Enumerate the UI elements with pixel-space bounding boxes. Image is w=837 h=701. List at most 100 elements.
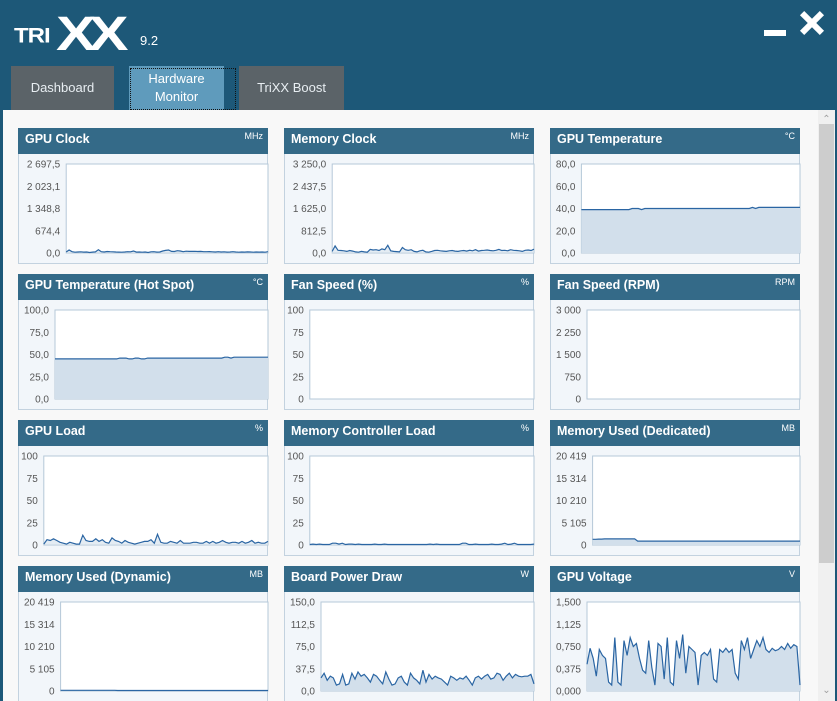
chart-plot: 2 697,5 2 023,1 1 348,8 674,4 0,0	[27, 160, 269, 260]
chart-unit: %	[254, 423, 263, 433]
y-tick-label: 100,0	[24, 306, 49, 317]
chart-header: Memory Clock MHz	[284, 128, 534, 154]
title-bar: TRI XX 9.2	[0, 0, 837, 110]
tab-hardware-monitor-extension	[224, 66, 238, 110]
y-tick-label: 112,5	[291, 620, 316, 631]
y-tick-label: 0	[575, 395, 581, 406]
chart-unit: W	[520, 569, 530, 579]
y-tick-label: 50	[293, 496, 305, 507]
y-tick-label: 0	[298, 395, 304, 406]
y-tick-label: 0	[32, 541, 38, 552]
chart-header: Fan Speed (%)%	[284, 274, 534, 300]
chart-panel: Board Power Draw W 150,0 112,5 75,0 37,5 0,0	[284, 566, 535, 701]
chart-unit: %	[520, 277, 529, 287]
y-tick-label: 0	[49, 687, 55, 698]
chart-panel: GPU Voltage V 1,500 1,125 0,750 0,375 0,000	[550, 566, 801, 701]
chart-panel: GPU Load% 100 75 50 25 0	[18, 420, 269, 556]
scroll-thumb[interactable]	[819, 124, 834, 563]
chart-unit: %	[520, 423, 529, 433]
y-tick-label: 25	[27, 518, 39, 529]
y-tick-label: 1 348,8	[27, 204, 61, 215]
plot-area	[586, 309, 801, 400]
chart-plot: 100 75 50 25 0	[287, 452, 535, 552]
chart-panel: GPU Temperature °C 80,0 60,0 40,0 20,0 0,0	[550, 128, 801, 264]
chart-plot: 3 250,0 2 437,5 1 625,0 812,5 0,0	[293, 160, 535, 260]
chart-unit: MHz	[244, 131, 264, 141]
scroll-down-icon[interactable]: ⌄	[818, 683, 835, 699]
chart-header: Fan Speed (RPM) RPM	[550, 274, 800, 300]
chart-title: Memory Used (Dynamic)	[25, 570, 171, 584]
y-tick-label: 2 023,1	[27, 182, 61, 193]
y-tick-label: 75,0	[30, 328, 50, 339]
y-tick-label: 812,5	[301, 226, 326, 237]
chart-header: GPU Voltage V	[550, 566, 800, 592]
y-tick-label: 150,0	[290, 598, 315, 609]
plot-area	[309, 309, 535, 400]
y-tick-label: 1,500	[556, 598, 581, 609]
y-tick-label: 0	[298, 541, 304, 552]
y-tick-label: 3 000	[556, 306, 581, 317]
close-icon[interactable]	[800, 11, 824, 35]
y-tick-label: 37,5	[296, 664, 316, 675]
minimize-icon[interactable]	[764, 30, 786, 36]
y-tick-label: 40,0	[556, 204, 576, 215]
y-tick-label: 20 419	[556, 452, 587, 463]
y-tick-label: 0,0	[312, 249, 326, 260]
chart-unit: °C	[784, 131, 795, 141]
chart-plot: 150,0 112,5 75,0 37,5 0,0	[290, 598, 535, 698]
chart-title: GPU Clock	[25, 132, 90, 146]
tab-label: TriXX Boost	[257, 80, 326, 95]
y-tick-label: 0,0	[35, 395, 49, 406]
chart-title: Board Power Draw	[291, 570, 403, 584]
y-tick-label: 10 210	[24, 642, 55, 653]
y-tick-label: 5 105	[562, 518, 587, 529]
series-area	[581, 207, 800, 253]
chart-plot: 80,0 60,0 40,0 20,0 0,0	[556, 160, 801, 260]
chart-plot: 100 75 50 25 0	[287, 306, 535, 406]
tab-dashboard[interactable]: Dashboard	[11, 66, 114, 110]
series-area	[55, 357, 268, 399]
vertical-scrollbar[interactable]: ⌃ ⌄	[818, 110, 835, 701]
chart-header: Memory Used (Dedicated) MB	[550, 420, 800, 446]
y-tick-label: 0,0	[46, 249, 60, 260]
y-tick-label: 0,375	[556, 664, 581, 675]
y-tick-label: 25,0	[30, 372, 50, 383]
chart-panel: Fan Speed (RPM) RPM 3 000 2 250 1 500 750 0	[550, 274, 801, 410]
tab-label: Hardware Monitor	[148, 71, 205, 104]
plot-area	[331, 163, 535, 254]
y-tick-label: 15 314	[556, 474, 587, 485]
chart-panel: Fan Speed (%)% 100 75 50 25 0	[284, 274, 535, 410]
chart-unit: MB	[781, 423, 796, 433]
chart-panel: GPU Clock MHz 2 697,5 2 023,1 1 348,8 674,4 0,…	[18, 128, 269, 264]
y-tick-label: 20,0	[556, 226, 576, 237]
chart-panel: GPU Temperature (Hot Spot) °C 100,0 75,0 50,…	[18, 274, 269, 410]
hardware-monitor-content: GPU Clock MHz 2 697,5 2 023,1 1 348,8 674,4 0,…	[3, 110, 818, 701]
chart-title: GPU Load	[25, 424, 86, 438]
plot-area	[43, 455, 269, 546]
y-tick-label: 2 437,5	[293, 182, 327, 193]
y-tick-label: 100	[287, 306, 304, 317]
y-tick-label: 80,0	[556, 160, 576, 171]
y-tick-label: 75	[293, 328, 305, 339]
y-tick-label: 25	[293, 372, 305, 383]
chart-header: Memory Used (Dynamic) MB	[18, 566, 268, 592]
tab-trixx-boost[interactable]: TriXX Boost	[239, 66, 344, 110]
chart-unit: MHz	[510, 131, 530, 141]
y-tick-label: 0,000	[556, 687, 581, 698]
chart-header: Board Power Draw W	[284, 566, 534, 592]
y-tick-label: 100	[21, 452, 38, 463]
tab-hardware-monitor[interactable]: Hardware Monitor	[129, 66, 224, 110]
y-tick-label: 15 314	[24, 620, 55, 631]
y-tick-label: 75,0	[296, 642, 316, 653]
chart-header: GPU Load%	[18, 420, 268, 446]
chart-title: GPU Temperature	[557, 132, 663, 146]
plot-area	[65, 163, 269, 254]
chart-panel: Memory Used (Dynamic) MB 20 419 15 314 10 21…	[18, 566, 269, 701]
tab-label: Dashboard	[30, 80, 95, 95]
chart-plot: 3 000 2 250 1 500 750 0	[556, 306, 801, 406]
chart-title: GPU Voltage	[557, 570, 632, 584]
y-tick-label: 0	[581, 541, 587, 552]
plot-area	[309, 455, 535, 546]
y-tick-label: 2 250	[556, 328, 581, 339]
y-tick-label: 25	[293, 518, 305, 529]
